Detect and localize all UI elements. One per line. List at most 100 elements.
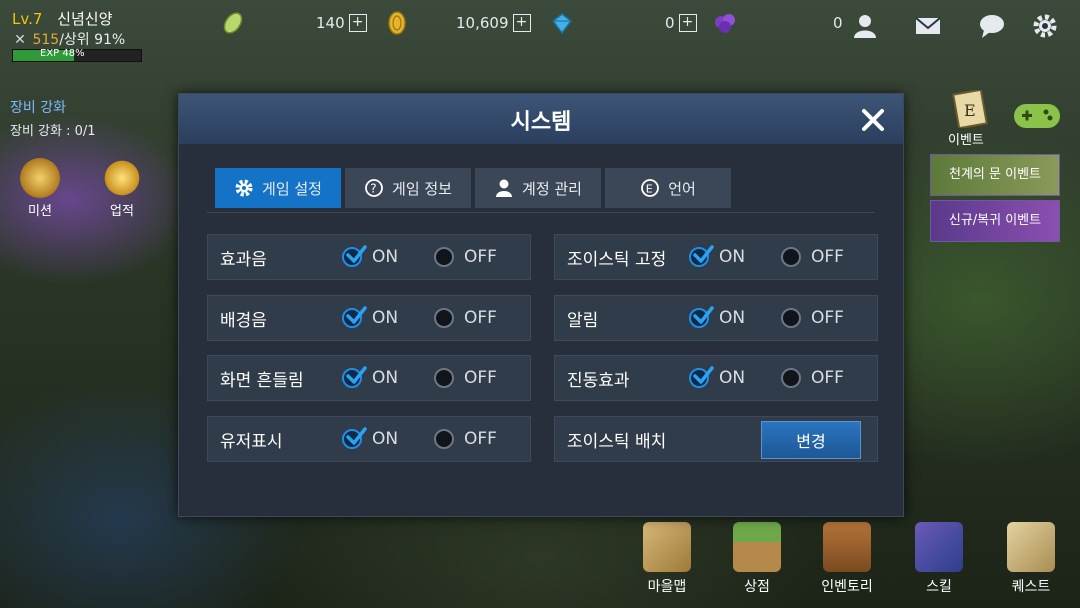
on-option[interactable]: ON — [689, 245, 746, 267]
on-label: ON — [719, 308, 746, 328]
on-label: ON — [719, 368, 746, 388]
svg-text:E: E — [646, 183, 653, 196]
bottom-item-skill[interactable]: 스킬 — [904, 522, 974, 596]
setting-row: 유저표시 ON OFF — [207, 416, 531, 462]
purple-crystal-icon — [715, 14, 735, 33]
quest-title[interactable]: 장비 강화 — [10, 97, 66, 117]
chat-icon[interactable] — [978, 12, 1006, 40]
tab-label: 게임 정보 — [392, 179, 452, 198]
radio-on[interactable] — [342, 245, 367, 267]
tab-account[interactable]: 계정 관리 — [475, 168, 601, 208]
bottom-item-shop[interactable]: 상점 — [722, 522, 792, 596]
off-label: OFF — [811, 247, 844, 267]
mission-button[interactable]: 미션 — [20, 158, 60, 219]
bottom-item-label: 상점 — [744, 579, 770, 595]
change-button[interactable]: 변경 — [761, 421, 861, 459]
mission-label: 미션 — [28, 204, 52, 219]
bottom-item-label: 퀘스트 — [1011, 579, 1051, 595]
currency-3-value: 0 — [665, 14, 675, 32]
currency-1-add-button[interactable]: + — [348, 14, 367, 32]
achievement-label: 업적 — [110, 204, 134, 219]
setting-row: 효과음 ON OFF — [207, 234, 531, 280]
off-option[interactable]: OFF — [781, 308, 844, 328]
radio-on[interactable] — [342, 306, 367, 328]
radio-off[interactable] — [781, 247, 801, 267]
on-option[interactable]: ON — [689, 366, 746, 388]
off-option[interactable]: OFF — [434, 368, 497, 388]
radio-on[interactable] — [342, 427, 367, 449]
event-banner-2[interactable]: 신규/복귀 이벤트 — [930, 200, 1060, 242]
off-option[interactable]: OFF — [434, 429, 497, 449]
setting-label: 알림 — [567, 310, 599, 331]
tab-game-settings[interactable]: 게임 설정 — [215, 168, 341, 208]
svg-text:?: ? — [370, 182, 376, 196]
on-label: ON — [719, 247, 746, 267]
radio-on[interactable] — [689, 366, 714, 388]
setting-label: 조이스틱 배치 — [567, 431, 667, 452]
off-label: OFF — [464, 368, 497, 388]
radio-off[interactable] — [434, 308, 454, 328]
close-icon[interactable] — [859, 106, 887, 134]
backpack-icon — [823, 522, 871, 572]
off-option[interactable]: OFF — [434, 247, 497, 267]
radio-off[interactable] — [434, 368, 454, 388]
shop-stall-icon — [733, 522, 781, 572]
skill-book-icon — [915, 522, 963, 572]
gear-icon — [235, 179, 253, 197]
on-option[interactable]: ON — [342, 427, 399, 449]
off-label: OFF — [464, 247, 497, 267]
medal-icon — [102, 158, 142, 198]
currency-1: 140 + — [316, 14, 367, 32]
off-option[interactable]: OFF — [781, 247, 844, 267]
top-hud: Lv.7 신념신양 ✕ 515/상위 91% EXP 48% 140 + 10,… — [0, 0, 1080, 62]
event-book-icon[interactable]: E — [950, 90, 990, 128]
currency-3-add-button[interactable]: + — [678, 14, 697, 32]
friends-icon[interactable] — [852, 12, 880, 40]
player-info[interactable]: Lv.7 신념신양 — [12, 8, 112, 29]
radio-off[interactable] — [781, 308, 801, 328]
checkmark-icon — [346, 245, 367, 263]
tab-game-info[interactable]: ? 게임 정보 — [345, 168, 471, 208]
radio-off[interactable] — [781, 368, 801, 388]
event-banner-1[interactable]: 천계의 문 이벤트 — [930, 154, 1060, 196]
on-option[interactable]: ON — [342, 306, 399, 328]
setting-row: 배경음 ON OFF — [207, 295, 531, 341]
bottom-item-quest[interactable]: 퀘스트 — [996, 522, 1066, 596]
radio-on[interactable] — [689, 245, 714, 267]
on-option[interactable]: ON — [689, 306, 746, 328]
radio-on[interactable] — [342, 366, 367, 388]
setting-label: 효과음 — [220, 249, 267, 270]
on-label: ON — [372, 368, 399, 388]
radio-off[interactable] — [434, 247, 454, 267]
radio-off[interactable] — [434, 429, 454, 449]
bottom-item-town-map[interactable]: 마을맵 — [632, 522, 702, 596]
setting-label: 조이스틱 고정 — [567, 249, 667, 270]
gamepad-icon[interactable] — [1012, 100, 1062, 132]
on-option[interactable]: ON — [342, 245, 398, 267]
on-label: ON — [372, 308, 399, 328]
setting-row: 진동효과 ON OFF — [554, 355, 878, 401]
off-option[interactable]: OFF — [781, 368, 844, 388]
radio-on[interactable] — [689, 306, 714, 328]
currency-2-add-button[interactable]: + — [512, 14, 531, 32]
language-e-icon: E — [641, 179, 660, 197]
friends-count: 0 — [833, 14, 843, 32]
gold-coin-icon — [388, 11, 406, 35]
checkmark-icon — [346, 366, 367, 384]
checkmark-icon — [693, 245, 714, 263]
achievement-button[interactable]: 업적 — [102, 158, 142, 219]
bottom-item-label: 인벤토리 — [821, 579, 873, 595]
diamond-icon — [551, 13, 573, 35]
on-label: ON — [372, 429, 399, 449]
combat-value: 515 — [32, 32, 60, 48]
off-option[interactable]: OFF — [434, 308, 497, 328]
settings-gear-icon[interactable] — [1031, 12, 1059, 40]
setting-row-joystick-layout: 조이스틱 배치 변경 — [554, 416, 878, 462]
event-label[interactable]: 이벤트 — [948, 129, 984, 148]
mail-icon[interactable] — [914, 12, 942, 40]
bottom-item-inventory[interactable]: 인벤토리 — [812, 522, 882, 596]
tab-language[interactable]: E 언어 — [605, 168, 731, 208]
on-option[interactable]: ON — [342, 366, 399, 388]
tab-divider — [207, 212, 875, 213]
off-label: OFF — [811, 368, 844, 388]
